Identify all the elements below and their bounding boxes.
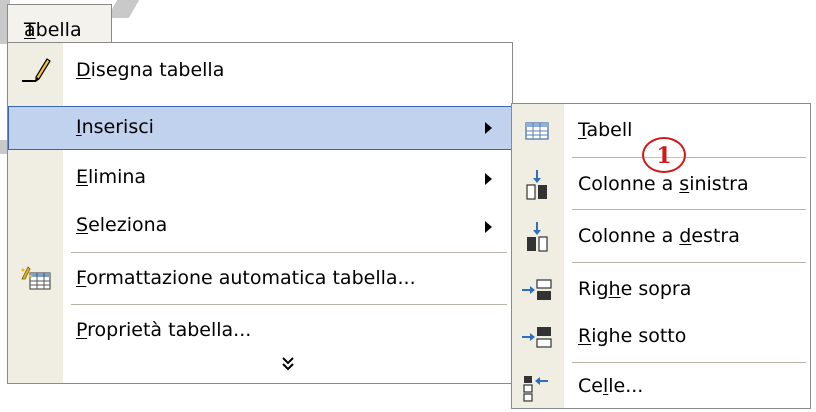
insert-table-icon (518, 112, 556, 150)
submenu-item-righe-sotto[interactable]: Righe sotto (512, 312, 810, 362)
submenu-separator (572, 209, 806, 210)
menu-separator (71, 252, 507, 253)
menu-item-seleziona[interactable]: Seleziona (8, 204, 512, 248)
menu-item-inserisci[interactable]: Inserisci (8, 106, 512, 150)
submenu-arrow-icon (485, 221, 492, 233)
menu-tabella[interactable]: Tabella (7, 4, 112, 42)
menu-item-proprieta-tabella[interactable]: Proprietà tabella... (8, 309, 512, 353)
submenu-arrow-icon (485, 173, 492, 185)
submenu-item-colonne-destra[interactable]: Colonne a destra (512, 212, 810, 262)
step-callout-badge: 1 (642, 137, 686, 173)
tabella-dropdown-menu: Disegna tabella Inserisci Elimina Selezi… (7, 42, 513, 384)
menu-item-elimina[interactable]: Elimina (8, 156, 512, 200)
pencil-icon (18, 57, 54, 85)
menu-separator (71, 304, 507, 305)
submenu-separator (572, 157, 806, 158)
insert-rows-below-icon (518, 318, 556, 356)
insert-cells-icon (518, 368, 556, 406)
submenu-arrow-icon (485, 122, 492, 134)
menu-item-disegna-tabella[interactable]: Disegna tabella (8, 49, 512, 93)
submenu-separator (572, 262, 806, 263)
table-autoformat-icon (18, 265, 54, 293)
menu-item-formattazione-automatica[interactable]: Formattazione automatica tabella... (8, 257, 512, 301)
insert-columns-right-icon (518, 218, 556, 256)
insert-rows-above-icon (518, 271, 556, 309)
submenu-item-righe-sopra[interactable]: Righe sopra (512, 265, 810, 315)
insert-columns-left-icon (518, 166, 556, 204)
watermark-fragment (0, 140, 7, 154)
expand-menu-chevron-icon[interactable] (278, 355, 298, 375)
submenu-item-celle[interactable]: Celle... (512, 362, 810, 412)
